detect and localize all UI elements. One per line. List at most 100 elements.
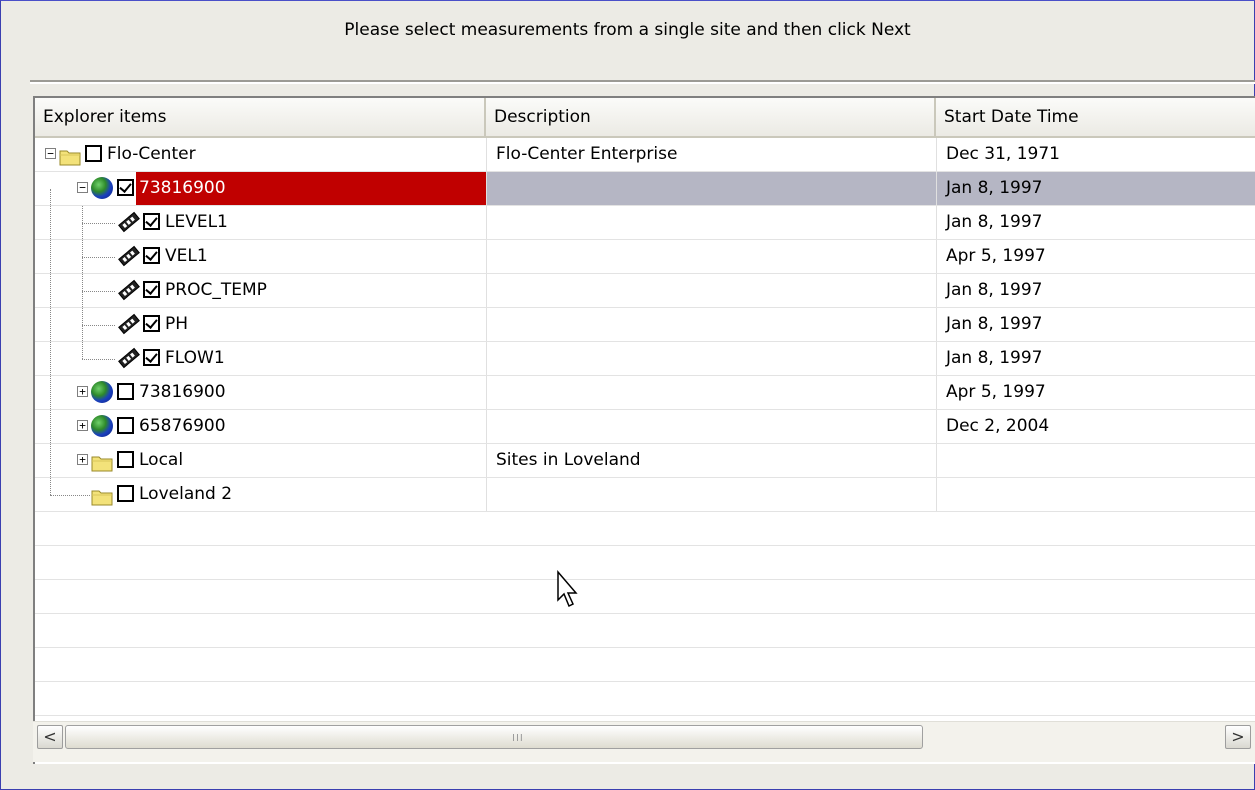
item-checkbox[interactable] bbox=[117, 383, 134, 400]
expand-icon[interactable]: + bbox=[77, 420, 88, 431]
item-checkbox[interactable] bbox=[117, 179, 134, 196]
start-date-cell: Jan 8, 1997 bbox=[936, 206, 1255, 239]
column-header-description[interactable]: Description bbox=[486, 98, 936, 136]
tree-connector-line bbox=[82, 325, 115, 326]
description-cell: Flo-Center Enterprise bbox=[486, 138, 936, 171]
table-row[interactable]: LEVEL1 Jan 8, 1997 bbox=[35, 206, 1255, 240]
empty-row bbox=[35, 682, 1255, 716]
meter-icon bbox=[117, 347, 141, 369]
grip-icon: III bbox=[512, 733, 524, 744]
item-checkbox[interactable] bbox=[85, 145, 102, 162]
table-header: Explorer items Description Start Date Ti… bbox=[35, 98, 1255, 138]
mouse-cursor-icon bbox=[557, 570, 578, 608]
item-label: PROC_TEMP bbox=[165, 280, 267, 300]
folder-icon bbox=[59, 145, 81, 166]
description-cell bbox=[486, 376, 936, 409]
globe-icon bbox=[91, 177, 113, 199]
description-cell bbox=[486, 240, 936, 273]
item-checkbox[interactable] bbox=[117, 451, 134, 468]
meter-icon bbox=[117, 279, 141, 301]
table-row[interactable]: FLOW1 Jan 8, 1997 bbox=[35, 342, 1255, 376]
divider-highlight bbox=[30, 82, 1255, 84]
table-row[interactable]: PH Jan 8, 1997 bbox=[35, 308, 1255, 342]
chevron-left-icon: < bbox=[43, 727, 57, 746]
table-row[interactable]: +73816900 Apr 5, 1997 bbox=[35, 376, 1255, 410]
explorer-item-cell: Loveland 2 bbox=[35, 478, 486, 511]
item-checkbox[interactable] bbox=[117, 485, 134, 502]
item-label: 73816900 bbox=[136, 172, 486, 205]
empty-row bbox=[35, 648, 1255, 682]
item-checkbox[interactable] bbox=[143, 315, 160, 332]
scroll-thumb[interactable]: III bbox=[65, 725, 923, 749]
explorer-item-cell: + Local bbox=[35, 444, 486, 477]
empty-row bbox=[35, 580, 1255, 614]
table-row[interactable]: + Local Sites in Loveland bbox=[35, 444, 1255, 478]
description-cell bbox=[486, 274, 936, 307]
globe-icon bbox=[91, 381, 113, 403]
empty-row bbox=[35, 614, 1255, 648]
horizontal-scrollbar[interactable]: < III > bbox=[33, 721, 1255, 762]
description-cell bbox=[486, 478, 936, 511]
table-row[interactable]: − 73816900 Jan 8, 1997 bbox=[35, 172, 1255, 206]
empty-row bbox=[35, 512, 1255, 546]
expand-icon[interactable]: + bbox=[77, 386, 88, 397]
start-date-cell bbox=[936, 478, 1255, 511]
description-cell bbox=[486, 342, 936, 375]
start-date-cell: Jan 8, 1997 bbox=[936, 308, 1255, 341]
instruction-text: Please select measurements from a single… bbox=[344, 20, 911, 40]
start-date-cell: Jan 8, 1997 bbox=[936, 172, 1255, 205]
tree-connector-line bbox=[82, 359, 115, 360]
start-date-cell: Jan 8, 1997 bbox=[936, 342, 1255, 375]
meter-icon bbox=[117, 245, 141, 267]
description-cell bbox=[486, 308, 936, 341]
item-checkbox[interactable] bbox=[143, 247, 160, 264]
item-label: Loveland 2 bbox=[139, 484, 233, 504]
folder-icon bbox=[91, 451, 113, 472]
meter-icon bbox=[117, 211, 141, 233]
tree-connector-line bbox=[82, 291, 115, 292]
description-cell: Sites in Loveland bbox=[486, 444, 936, 477]
description-cell bbox=[486, 410, 936, 443]
globe-icon bbox=[91, 415, 113, 437]
column-header-explorer-items[interactable]: Explorer items bbox=[35, 98, 486, 136]
start-date-cell: Apr 5, 1997 bbox=[936, 240, 1255, 273]
tree-connector-line bbox=[50, 189, 51, 495]
item-checkbox[interactable] bbox=[143, 281, 160, 298]
folder-icon bbox=[91, 485, 113, 506]
item-label: FLOW1 bbox=[165, 348, 225, 368]
explorer-item-cell: − Flo-Center bbox=[35, 138, 486, 171]
start-date-cell: Jan 8, 1997 bbox=[936, 274, 1255, 307]
expand-icon[interactable]: + bbox=[77, 454, 88, 465]
explorer-item-cell: +65876900 bbox=[35, 410, 486, 443]
table-row[interactable]: − Flo-Center Flo-Center Enterprise Dec 31, … bbox=[35, 138, 1255, 172]
item-label: Local bbox=[139, 450, 184, 470]
chevron-right-icon: > bbox=[1231, 727, 1245, 746]
table-row[interactable]: VEL1 Apr 5, 1997 bbox=[35, 240, 1255, 274]
tree-connector-line bbox=[82, 206, 83, 359]
item-label: VEL1 bbox=[165, 246, 208, 266]
empty-row bbox=[35, 546, 1255, 580]
description-cell bbox=[486, 172, 936, 205]
item-checkbox[interactable] bbox=[143, 349, 160, 366]
table-row[interactable]: +65876900 Dec 2, 2004 bbox=[35, 410, 1255, 444]
start-date-cell: Dec 31, 1971 bbox=[936, 138, 1255, 171]
collapse-icon[interactable]: − bbox=[45, 148, 56, 159]
explorer-tree-table[interactable]: Explorer items Description Start Date Ti… bbox=[33, 96, 1255, 764]
tree-connector-line bbox=[82, 257, 115, 258]
item-label: Flo-Center bbox=[107, 144, 196, 164]
column-header-start-date-time[interactable]: Start Date Time bbox=[936, 98, 1255, 136]
explorer-item-cell: − 73816900 bbox=[35, 172, 486, 205]
start-date-cell: Dec 2, 2004 bbox=[936, 410, 1255, 443]
item-checkbox[interactable] bbox=[143, 213, 160, 230]
scroll-right-button[interactable]: > bbox=[1225, 725, 1251, 749]
item-label: 65876900 bbox=[139, 416, 226, 436]
explorer-item-cell: +73816900 bbox=[35, 376, 486, 409]
table-row[interactable]: PROC_TEMP Jan 8, 1997 bbox=[35, 274, 1255, 308]
scroll-left-button[interactable]: < bbox=[37, 725, 63, 749]
start-date-cell bbox=[936, 444, 1255, 477]
item-checkbox[interactable] bbox=[117, 417, 134, 434]
item-label: 73816900 bbox=[139, 382, 226, 402]
start-date-cell: Apr 5, 1997 bbox=[936, 376, 1255, 409]
table-row[interactable]: Loveland 2 bbox=[35, 478, 1255, 512]
collapse-icon[interactable]: − bbox=[77, 182, 88, 193]
